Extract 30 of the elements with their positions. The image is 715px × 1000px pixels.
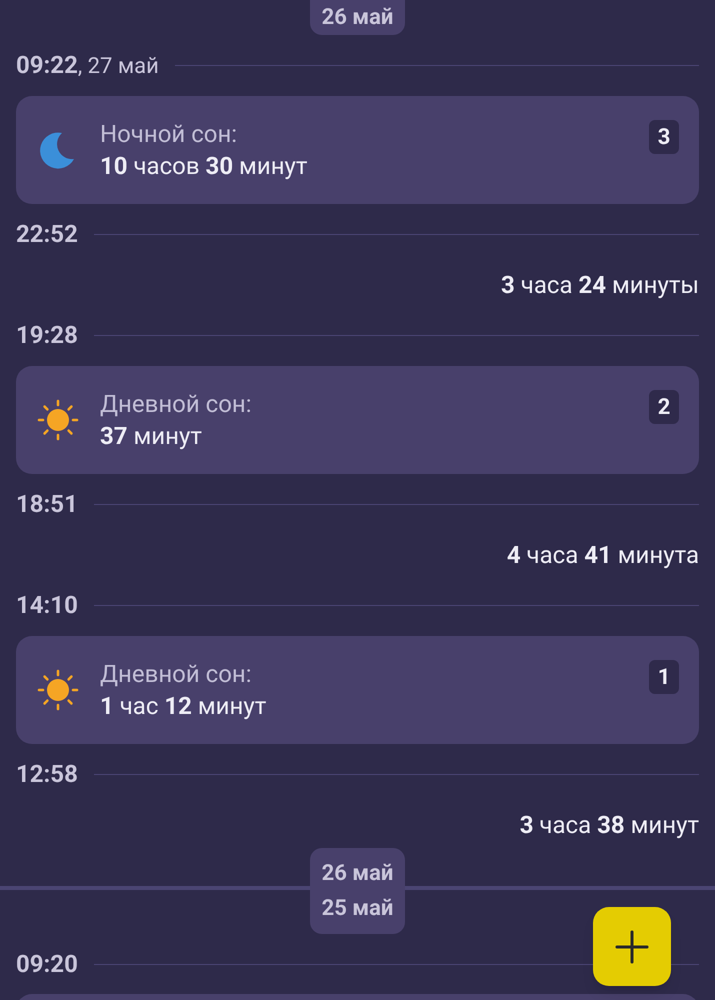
add-button[interactable]	[593, 907, 671, 986]
time-label: 09:20	[16, 949, 78, 980]
time-label: 14:10	[16, 590, 78, 621]
sun-icon	[36, 668, 80, 712]
count-badge: 3	[649, 120, 679, 154]
sleep-card[interactable]: Дневной сон: 37 минут 2	[16, 366, 699, 474]
sleep-type-label: Дневной сон:	[100, 659, 253, 690]
time-label: 09:22	[16, 50, 78, 81]
sleep-card[interactable]: Ночной сон: 10 часов 30 минут 3	[16, 96, 699, 204]
date-label: 26 май	[322, 860, 394, 888]
sleep-card[interactable]: Дневной сон: 1 час 12 минут 1	[16, 636, 699, 744]
count-badge: 1	[649, 660, 679, 694]
awake-duration: 4 часа 41 минута	[506, 540, 699, 571]
date-chip: 26 май	[310, 0, 406, 35]
awake-duration: 3 часа 24 минуты	[501, 270, 699, 301]
sleep-type-label: Дневной сон:	[100, 389, 252, 420]
sleep-duration: 1 час 12 минут	[100, 691, 266, 722]
awake-duration: 3 часа 38 минут	[520, 810, 699, 841]
time-label: 18:51	[16, 489, 78, 520]
plus-icon	[615, 930, 649, 964]
date-label: , 27 май	[78, 53, 159, 81]
time-label: 12:58	[16, 759, 78, 790]
time-label: 22:52	[16, 219, 78, 250]
sleep-duration: 10 часов 30 минут	[100, 151, 308, 182]
sun-icon	[36, 398, 80, 442]
date-label: 25 май	[322, 895, 394, 923]
count-badge: 2	[649, 390, 679, 424]
time-label: 19:28	[16, 320, 78, 351]
sleep-type-label: Ночной сон:	[100, 119, 238, 150]
sleep-duration: 37 минут	[100, 421, 203, 452]
